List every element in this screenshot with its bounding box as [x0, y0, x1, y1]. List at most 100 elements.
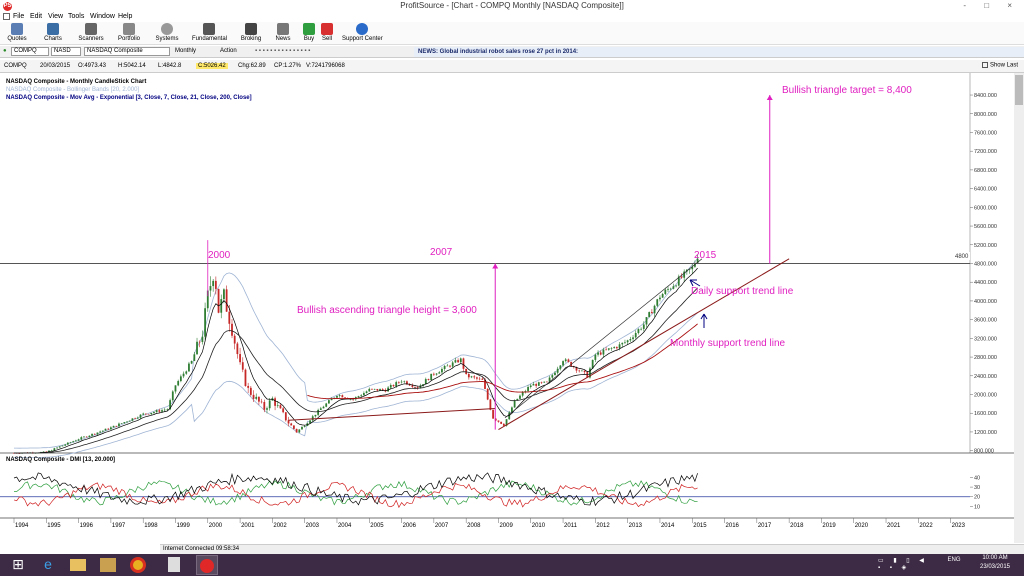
chrome-icon[interactable]	[130, 557, 146, 573]
candle-body	[274, 398, 276, 406]
file-explorer-icon[interactable]	[70, 559, 86, 571]
candle-body	[661, 293, 664, 298]
info-low: L:4842.8	[158, 63, 182, 69]
candle-body	[233, 335, 236, 344]
action-menu[interactable]: Action	[220, 48, 237, 54]
candle-body	[451, 362, 454, 367]
candle-body	[634, 333, 637, 338]
candle-body	[664, 289, 667, 294]
x-tick-label: 2009	[499, 523, 513, 529]
candle-body	[107, 428, 110, 430]
toolbar-scanners[interactable]: Scanners	[74, 23, 108, 45]
candle-body	[446, 365, 449, 367]
candle-body	[258, 396, 260, 402]
toolbar-fundamental[interactable]: Fundamental	[192, 23, 227, 45]
candle-body	[282, 408, 285, 413]
menu-bar: File Edit View Tools Window Help	[0, 12, 1024, 22]
clock-date[interactable]: 23/03/2015	[970, 564, 1020, 570]
menu-edit[interactable]: Edit	[30, 13, 42, 20]
candle-body	[303, 426, 306, 427]
candle-body	[209, 286, 212, 291]
candle-body	[467, 374, 470, 378]
candle-body	[476, 377, 478, 379]
clock-time[interactable]: 10:00 AM	[970, 555, 1020, 561]
candle-body	[336, 395, 338, 398]
chart-tools-icons[interactable]: ▪ ▪ ▪ ▪ ▪ ▪ ▪ ▪ ▪ ▪ ▪ ▪ ▪ ▪ ▪	[255, 48, 310, 54]
menu-view[interactable]: View	[48, 13, 63, 20]
candle-body	[615, 347, 618, 349]
candle-body	[667, 288, 669, 290]
language-indicator[interactable]: ENG	[944, 557, 964, 563]
price-chart[interactable]: 8400.000 8000.000 7600.000 7200.000 6800.000…	[0, 73, 1024, 543]
windows-start-icon[interactable]: ⊞	[4, 556, 32, 574]
y-tick-label: 4000.000	[974, 299, 997, 305]
toolbar-broking[interactable]: Broking	[234, 23, 268, 45]
candle-body	[214, 280, 217, 289]
annotation-target: Bullish triangle target = 8,400	[782, 85, 912, 96]
security-name-field[interactable]: NASDAQ Composite	[84, 47, 170, 56]
show-last-label: Show Last	[989, 62, 1018, 69]
window-controls[interactable]: - □ ×	[963, 1, 1020, 10]
candle-body	[126, 421, 128, 423]
system-tray-icons[interactable]: ▭ ▮ ▯ ◀ ▪ ▪ ◈	[878, 557, 938, 571]
news-ticker[interactable]: NEWS: Global industrial robot sales rose…	[414, 47, 1024, 57]
store-icon[interactable]	[100, 558, 116, 572]
candle-body	[357, 396, 360, 398]
candle-body	[91, 433, 93, 436]
y-tick-label: 1600.000	[974, 411, 997, 417]
candle-body	[443, 365, 446, 369]
candle-body	[599, 352, 602, 355]
menu-tools[interactable]: Tools	[68, 13, 84, 20]
candle-body	[142, 413, 145, 415]
candle-body	[675, 285, 677, 287]
candle-body	[155, 410, 158, 413]
candle-body	[185, 371, 188, 374]
candle-body	[395, 382, 398, 387]
candle-body	[532, 384, 535, 386]
y-tick-label: 4400.000	[974, 280, 997, 286]
checkbox-icon[interactable]	[981, 62, 988, 68]
candle-body	[188, 363, 190, 372]
menu-window[interactable]: Window	[90, 13, 115, 20]
y-tick-label: 800.000	[974, 449, 994, 455]
y-tick-label: 3600.000	[974, 318, 997, 324]
document-app-icon[interactable]	[168, 557, 180, 572]
show-last-toggle[interactable]: Show Last	[981, 62, 1018, 69]
candle-body	[454, 360, 457, 363]
candle-body	[322, 406, 325, 409]
menu-file[interactable]: File	[13, 13, 24, 20]
candle-body	[198, 341, 201, 343]
profitsource-taskbar-icon[interactable]	[196, 555, 218, 575]
toolbar-label: Portfolio	[117, 36, 140, 42]
info-high: H:5042.14	[118, 63, 146, 69]
candle-body	[298, 429, 301, 433]
period-select[interactable]: Monthly	[175, 48, 196, 54]
candle-body	[193, 354, 196, 361]
y-tick-label: 1200.000	[974, 430, 997, 436]
toolbar-portfolio[interactable]: Portfolio	[112, 23, 146, 45]
candle-body	[414, 386, 416, 388]
toolbar-quotes[interactable]: Quotes	[0, 23, 34, 45]
candle-body	[147, 413, 150, 415]
x-tick-label: 2022	[919, 523, 933, 529]
internet-explorer-icon[interactable]: e	[34, 556, 62, 574]
toolbar-charts[interactable]: Charts	[36, 23, 70, 45]
candle-body	[602, 349, 605, 355]
toolbar-sell[interactable]: Sell	[310, 23, 344, 45]
candle-body	[134, 418, 137, 419]
candle-body	[58, 446, 61, 448]
exchange-select[interactable]: NASD	[51, 47, 81, 56]
candle-body	[427, 379, 430, 380]
y-tick-label: 4800.000	[974, 261, 997, 267]
candle-body	[546, 381, 548, 383]
quote-info-bar: COMPQ 20/03/2015 O:4973.43 H:5042.14 L:4…	[0, 60, 1024, 73]
candle-body	[648, 312, 651, 318]
candle-body	[247, 385, 250, 388]
symbol-input[interactable]: COMPQ	[11, 47, 49, 56]
candle-body	[325, 403, 328, 407]
menu-help[interactable]: Help	[118, 13, 132, 20]
toolbar-systems[interactable]: Systems	[150, 23, 184, 45]
candle-body	[567, 359, 570, 362]
toolbar-support-center[interactable]: Support Center	[342, 23, 383, 45]
candle-body	[295, 428, 298, 433]
